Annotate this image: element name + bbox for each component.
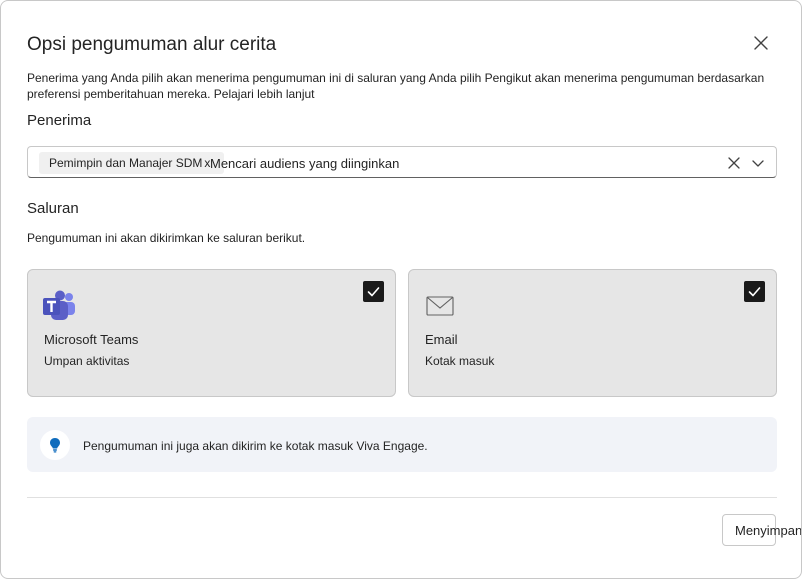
- save-button[interactable]: Menyimpan: [722, 514, 801, 546]
- checkmark-icon: [367, 287, 380, 297]
- recipient-chip[interactable]: Pemimpin dan Manajer SDM x: [39, 152, 225, 174]
- clear-icon[interactable]: [726, 155, 742, 171]
- channel-subtitle: Kotak masuk: [425, 354, 495, 368]
- channel-description: Pengumuman ini akan dikirimkan ke salura…: [27, 231, 306, 245]
- microsoft-teams-icon: [43, 290, 75, 320]
- channel-title: Microsoft Teams: [44, 332, 139, 347]
- channel-card-email[interactable]: Email Kotak masuk: [408, 269, 777, 397]
- teams-checkbox[interactable]: [363, 281, 384, 302]
- close-icon: [754, 36, 768, 50]
- dialog-title: Opsi pengumuman alur cerita: [27, 34, 277, 55]
- audience-search-input[interactable]: [210, 151, 710, 175]
- lightbulb-icon: [50, 438, 60, 453]
- channel-label: Saluran: [27, 200, 79, 217]
- learn-more-link[interactable]: Pelajari lebih lanjut: [214, 87, 315, 101]
- announcement-options-dialog: Opsi pengumuman alur cerita Penerima yan…: [0, 0, 802, 579]
- description-text: Penerima yang Anda pilih akan menerima p…: [27, 71, 765, 101]
- info-message: Pengumuman ini juga akan dikirim ke kota…: [27, 417, 777, 472]
- recipient-chip-label: Pemimpin dan Manajer SDM: [49, 156, 203, 170]
- chevron-down-icon[interactable]: [750, 155, 766, 171]
- recipients-picker[interactable]: Pemimpin dan Manajer SDM x: [27, 146, 777, 178]
- channel-subtitle: Umpan aktivitas: [44, 354, 130, 368]
- dialog-description: Penerima yang Anda pilih akan menerima p…: [27, 70, 767, 102]
- info-text: Pengumuman ini juga akan dikirim ke kota…: [83, 439, 428, 453]
- info-icon-container: [40, 430, 70, 460]
- checkmark-icon: [748, 287, 761, 297]
- close-button[interactable]: [749, 31, 773, 55]
- envelope-icon: [426, 296, 454, 316]
- email-checkbox[interactable]: [744, 281, 765, 302]
- channel-card-microsoft-teams[interactable]: Microsoft Teams Umpan aktivitas: [27, 269, 396, 397]
- recipients-label: Penerima: [27, 112, 92, 129]
- footer-divider: [27, 497, 777, 498]
- channel-title: Email: [425, 332, 458, 347]
